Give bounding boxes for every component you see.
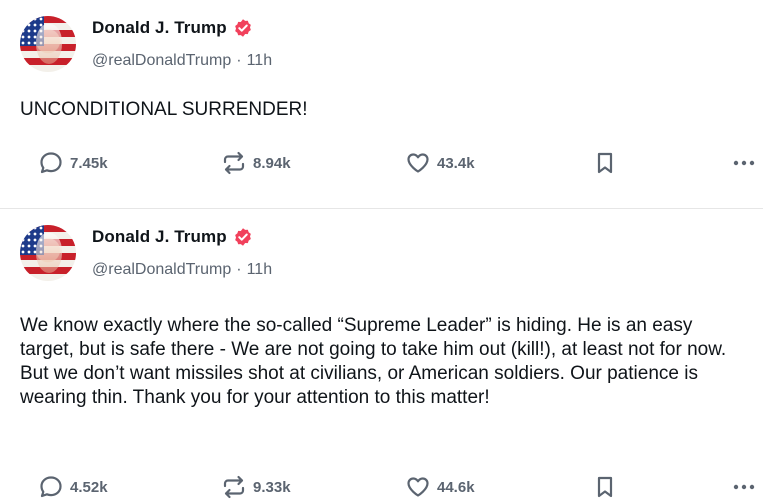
- reply-count: 7.45k: [70, 154, 108, 172]
- more-options-button[interactable]: [731, 150, 757, 176]
- more-options-button[interactable]: [731, 474, 757, 500]
- post[interactable]: Donald J. Trump @realDonaldTrump · 11h U…: [0, 0, 763, 208]
- like-count: 44.6k: [437, 478, 475, 496]
- reply-button[interactable]: 4.52k: [38, 474, 108, 500]
- post-time[interactable]: 11h: [247, 52, 273, 70]
- bookmark-icon: [597, 152, 613, 174]
- post[interactable]: Donald J. Trump @realDonaldTrump · 11h W…: [0, 209, 763, 502]
- retruth-count: 9.33k: [253, 478, 291, 496]
- verified-badge-icon: [234, 19, 251, 37]
- like-button[interactable]: 43.4k: [405, 150, 475, 176]
- like-count: 43.4k: [437, 154, 475, 172]
- separator-dot: ·: [236, 52, 242, 69]
- post-actions: 4.52k 9.33k 44.6k: [0, 474, 763, 504]
- author-handle[interactable]: @realDonaldTrump: [92, 261, 231, 279]
- verified-badge-icon: [234, 228, 251, 246]
- post-actions: 7.45k 8.94k 43.4k: [0, 150, 763, 180]
- speech-bubble-icon: [40, 476, 62, 498]
- author-avatar[interactable]: [20, 16, 76, 72]
- bookmark-button[interactable]: [592, 150, 618, 176]
- bookmark-icon: [597, 476, 613, 498]
- retruth-count: 8.94k: [253, 154, 291, 172]
- more-dots-icon: [733, 160, 755, 166]
- author-handle[interactable]: @realDonaldTrump: [92, 52, 231, 70]
- reply-count: 4.52k: [70, 478, 108, 496]
- speech-bubble-icon: [40, 152, 62, 174]
- post-text: We know exactly where the so-called “Sup…: [20, 315, 727, 408]
- more-dots-icon: [733, 484, 755, 490]
- separator-dot: ·: [236, 261, 242, 278]
- repost-arrows-icon: [223, 151, 245, 175]
- author-name[interactable]: Donald J. Trump: [92, 18, 227, 38]
- retruth-button[interactable]: 8.94k: [221, 150, 291, 176]
- like-button[interactable]: 44.6k: [405, 474, 475, 500]
- heart-icon: [407, 477, 429, 497]
- post-text: UNCONDITIONAL SURRENDER!: [20, 99, 308, 120]
- bookmark-button[interactable]: [592, 474, 618, 500]
- post-time[interactable]: 11h: [247, 261, 273, 279]
- author-avatar[interactable]: [20, 225, 76, 281]
- reply-button[interactable]: 7.45k: [38, 150, 108, 176]
- repost-arrows-icon: [223, 475, 245, 499]
- retruth-button[interactable]: 9.33k: [221, 474, 291, 500]
- heart-icon: [407, 153, 429, 173]
- author-name[interactable]: Donald J. Trump: [92, 227, 227, 247]
